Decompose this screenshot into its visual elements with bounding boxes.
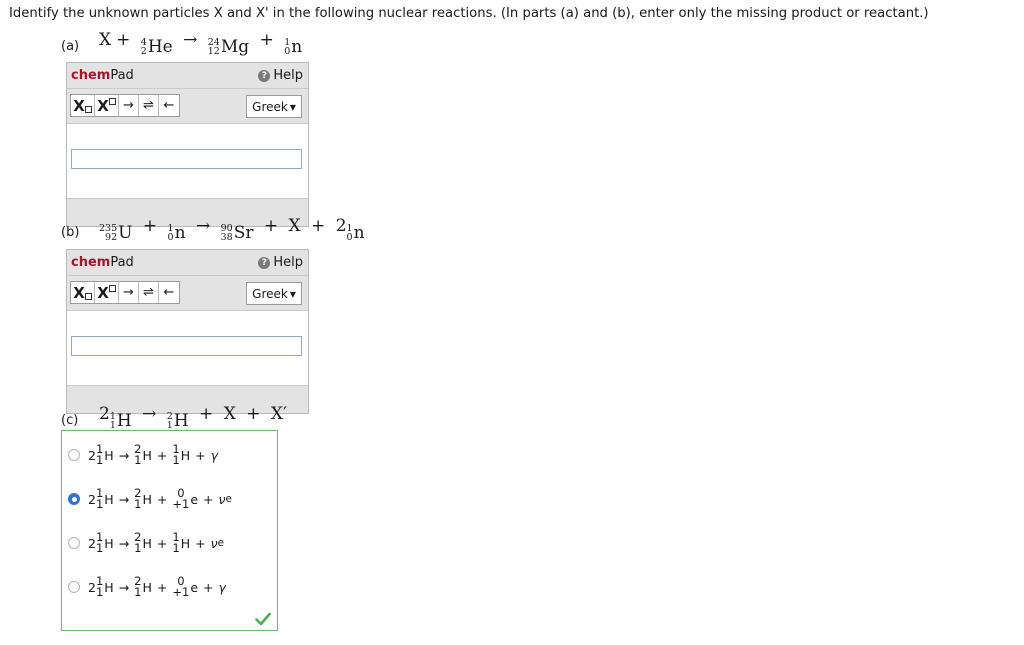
choice-reaction: 2 1 1 H → 2 1 H + 1 1 H + νe [88,530,224,555]
part-c-equation: 211H → 21H + X + X′ [99,404,287,431]
helium-nuclide: 4 2 He [140,37,173,57]
unknown-x: X [288,216,301,236]
strontium-nuclide: 90 38 Sr [220,223,254,243]
help-button[interactable]: ? Help [258,68,303,83]
part-a-label: (a) [61,39,80,54]
help-icon: ? [258,69,271,82]
choice-reaction: 2 1 1 H → 2 1 H + 0 +1 e + νe [88,486,232,511]
greek-dropdown[interactable]: Greek ▾ [246,95,302,118]
answer-choices: 2 1 1 H → 2 1 H + 1 1 H + γ 2 1 1 H → 2 1 H + 0 +1 e + νe … [61,430,278,631]
choice-option-2[interactable]: 2 1 1 H → 2 1 H + 0 +1 e + νe [66,479,271,519]
answer-input-b[interactable] [71,336,302,356]
choice-option-1[interactable]: 2 1 1 H → 2 1 H + 1 1 H + γ [66,435,271,475]
hydrogen-nuclide: 11H [109,411,132,431]
greek-dropdown[interactable]: Greek ▾ [246,282,302,305]
neutron-nuclide: 10n [284,37,303,57]
part-c-label: (c) [61,413,79,428]
magnesium-nuclide: 24 12 Mg [207,37,250,57]
choice-reaction: 2 1 1 H → 2 1 H + 0 +1 e + γ [88,574,226,599]
part-b-equation: 235 92 U + 10n → 90 38 Sr + X + 210n [99,216,365,243]
part-b-label: (b) [61,225,80,240]
chevron-down-icon: ▾ [289,99,296,114]
checkmark-icon [255,612,271,626]
unknown-x-prime: X′ [270,404,287,424]
choice-reaction: 2 1 1 H → 2 1 H + 1 1 H + γ [88,442,219,467]
superscript-button[interactable]: X [95,282,119,303]
back-arrow-button[interactable]: ← [159,95,179,116]
chevron-down-icon: ▾ [289,286,296,301]
neutron-nuclide: 10n [167,223,186,243]
back-arrow-button[interactable]: ← [159,282,179,303]
radio-button-selected[interactable] [68,493,80,505]
reaction-arrow-button[interactable]: → [119,95,139,116]
subscript-button[interactable]: X [71,282,95,303]
choice-option-4[interactable]: 2 1 1 H → 2 1 H + 0 +1 e + γ [66,567,271,607]
help-button[interactable]: ? Help [258,255,303,270]
reaction-arrow-button[interactable]: → [119,282,139,303]
superscript-button[interactable]: X [95,95,119,116]
chempad-title: chemPad [71,68,134,83]
equilibrium-arrow-button[interactable]: ⇌ [139,95,159,116]
chempad-a: chemPad ? Help X X → ⇌ ← Greek ▾ [66,62,309,227]
question-text: Identify the unknown particles X and X' … [9,6,929,21]
answer-input-a[interactable] [71,149,302,169]
equilibrium-arrow-button[interactable]: ⇌ [139,282,159,303]
help-icon: ? [258,256,271,269]
unknown-x: X [223,404,236,424]
part-a-equation: X + 4 2 He → 24 12 Mg + 10n [99,30,303,57]
radio-button[interactable] [68,449,80,461]
deuterium-nuclide: 21H [166,411,189,431]
choice-option-3[interactable]: 2 1 1 H → 2 1 H + 1 1 H + νe [66,523,271,563]
chempad-title: chemPad [71,255,134,270]
subscript-button[interactable]: X [71,95,95,116]
uranium-nuclide: 235 92 U [99,223,133,243]
unknown-x: X [99,30,112,50]
neutron-nuclide: 10n [346,223,365,243]
radio-button[interactable] [68,537,80,549]
radio-button[interactable] [68,581,80,593]
chempad-b: chemPad ? Help X X → ⇌ ← Greek ▾ [66,249,309,414]
